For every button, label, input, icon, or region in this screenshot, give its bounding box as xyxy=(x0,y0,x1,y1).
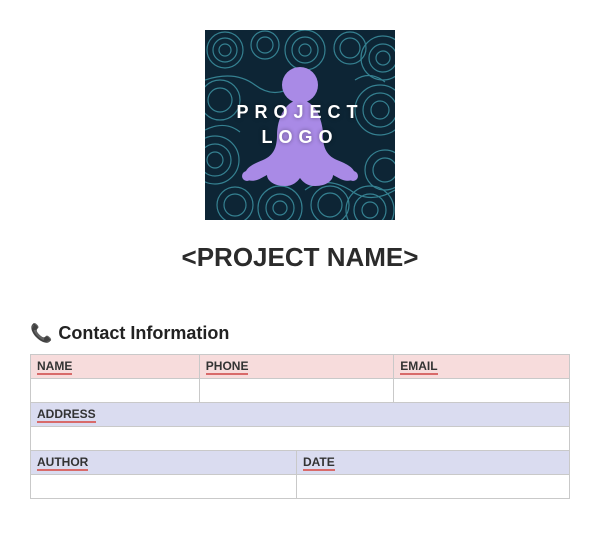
phone-icon: 📞 xyxy=(30,323,52,344)
logo-text: PROJECT LOGO xyxy=(236,100,363,150)
table-row xyxy=(31,475,570,499)
contact-section-header: 📞 Contact Information xyxy=(30,323,570,344)
table-row: NAME PHONE EMAIL xyxy=(31,355,570,379)
header-email: EMAIL xyxy=(394,355,570,379)
table-row xyxy=(31,379,570,403)
value-date[interactable] xyxy=(296,475,569,499)
project-name-heading: <PROJECT NAME> xyxy=(30,242,570,273)
logo-container: PROJECT LOGO xyxy=(30,30,570,220)
header-name: NAME xyxy=(31,355,200,379)
header-address: ADDRESS xyxy=(31,403,570,427)
header-date: DATE xyxy=(296,451,569,475)
logo-text-line2: LOGO xyxy=(262,127,339,147)
value-address[interactable] xyxy=(31,427,570,451)
header-author: AUTHOR xyxy=(31,451,297,475)
value-email[interactable] xyxy=(394,379,570,403)
value-name[interactable] xyxy=(31,379,200,403)
table-row: ADDRESS xyxy=(31,403,570,427)
table-row xyxy=(31,427,570,451)
header-phone: PHONE xyxy=(199,355,393,379)
value-author[interactable] xyxy=(31,475,297,499)
document-page: PROJECT LOGO <PROJECT NAME> 📞 Contact In… xyxy=(0,0,600,519)
logo-text-line1: PROJECT xyxy=(236,102,363,122)
contact-table: NAME PHONE EMAIL ADDRESS AUTHOR DATE xyxy=(30,354,570,499)
table-row: AUTHOR DATE xyxy=(31,451,570,475)
contact-section-title: Contact Information xyxy=(58,323,229,344)
value-phone[interactable] xyxy=(199,379,393,403)
project-logo: PROJECT LOGO xyxy=(205,30,395,220)
